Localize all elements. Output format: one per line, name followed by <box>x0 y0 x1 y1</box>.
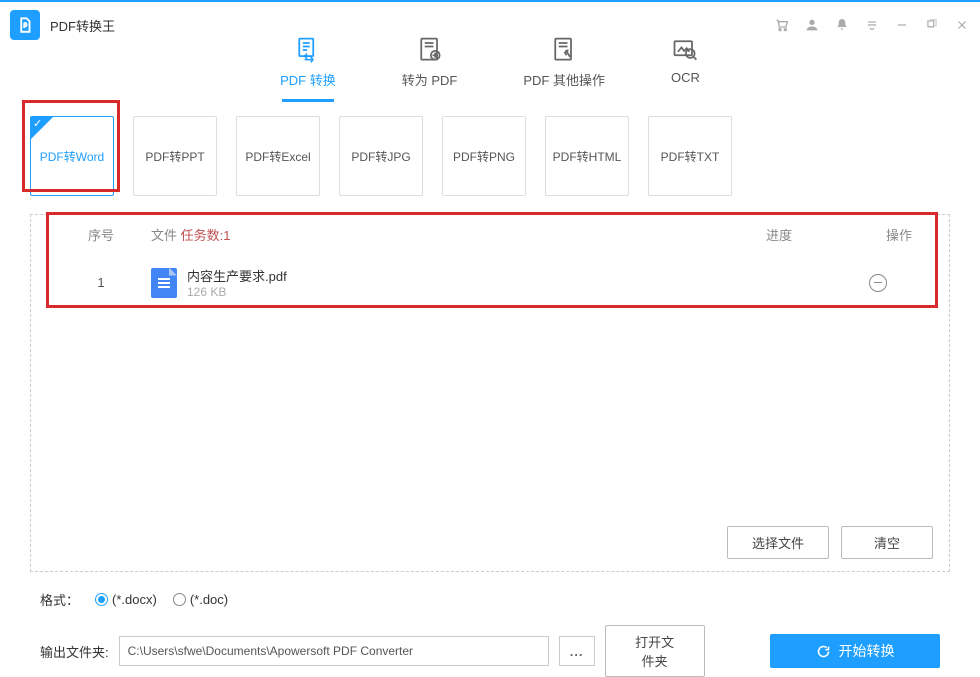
radio-icon <box>173 593 186 606</box>
format-label: PDF转PNG <box>453 148 515 165</box>
row-no: 1 <box>51 275 151 290</box>
table-header: 序号 文件 任务数:1 进度 操作 <box>31 215 949 254</box>
app-title: PDF转换王 <box>50 16 115 35</box>
radio-docx[interactable]: (*.docx) <box>95 592 157 607</box>
file-size: 126 KB <box>187 285 287 299</box>
tab-pdf-convert[interactable]: PDF 转换 <box>272 30 344 100</box>
open-folder-button[interactable]: 打开文件夹 <box>605 625 705 677</box>
ocr-icon <box>671 36 699 64</box>
titlebar-controls <box>774 17 970 33</box>
format-label: PDF转PPT <box>145 148 204 165</box>
task-count: 任务数:1 <box>181 228 231 243</box>
table-row: 1 内容生产要求.pdf 126 KB <box>31 254 949 311</box>
main-tabs: PDF 转换 转为 PDF PDF 其他操作 OCR <box>0 30 980 100</box>
user-icon[interactable] <box>804 17 820 33</box>
format-label: PDF转Word <box>40 148 104 165</box>
app-logo <box>10 10 40 40</box>
format-pdf-to-word[interactable]: ✓ PDF转Word <box>30 116 114 196</box>
format-pdf-to-jpg[interactable]: PDF转JPG <box>339 116 423 196</box>
tab-ocr[interactable]: OCR <box>663 30 708 100</box>
start-convert-button[interactable]: 开始转换 <box>770 634 940 668</box>
menu-icon[interactable] <box>864 17 880 33</box>
remove-file-button[interactable] <box>869 274 887 292</box>
cart-icon[interactable] <box>774 17 790 33</box>
header-progress: 进度 <box>689 225 869 244</box>
file-name: 内容生产要求.pdf <box>187 266 287 285</box>
format-label: 格式： <box>40 590 79 609</box>
format-pdf-to-html[interactable]: PDF转HTML <box>545 116 629 196</box>
tab-pdf-other[interactable]: PDF 其他操作 <box>515 30 613 100</box>
tab-label: 转为 PDF <box>402 70 458 89</box>
format-cards: ✓ PDF转Word PDF转PPT PDF转Excel PDF转JPG PDF… <box>0 106 980 196</box>
file-type-icon <box>151 268 177 298</box>
clear-button[interactable]: 清空 <box>841 526 933 559</box>
close-icon[interactable] <box>954 17 970 33</box>
other-ops-icon <box>550 36 578 64</box>
bell-icon[interactable] <box>834 17 850 33</box>
header-action: 操作 <box>869 225 929 244</box>
header-no: 序号 <box>51 225 151 244</box>
refresh-icon <box>816 644 831 659</box>
format-pdf-to-png[interactable]: PDF转PNG <box>442 116 526 196</box>
minimize-icon[interactable] <box>894 17 910 33</box>
radio-doc[interactable]: (*.doc) <box>173 592 228 607</box>
format-pdf-to-ppt[interactable]: PDF转PPT <box>133 116 217 196</box>
to-pdf-icon <box>416 36 444 64</box>
tab-label: PDF 转换 <box>280 70 336 89</box>
format-label: PDF转HTML <box>553 148 622 165</box>
format-label: PDF转JPG <box>351 148 410 165</box>
header-file: 文件 任务数:1 <box>151 225 689 244</box>
output-path-field[interactable]: C:\Users\sfwe\Documents\Apowersoft PDF C… <box>119 636 549 666</box>
select-file-button[interactable]: 选择文件 <box>727 526 829 559</box>
file-list-area: 序号 文件 任务数:1 进度 操作 1 内容生产要求.pdf 126 KB 选择… <box>30 214 950 572</box>
tab-label: OCR <box>671 70 700 85</box>
output-label: 输出文件夹: <box>40 642 109 661</box>
format-pdf-to-txt[interactable]: PDF转TXT <box>648 116 732 196</box>
maximize-icon[interactable] <box>924 17 940 33</box>
tab-to-pdf[interactable]: 转为 PDF <box>394 30 466 100</box>
radio-icon <box>95 593 108 606</box>
format-label: PDF转TXT <box>661 148 720 165</box>
footer: 格式： (*.docx) (*.doc) 输出文件夹: C:\Users\sfw… <box>0 572 980 677</box>
tab-label: PDF 其他操作 <box>523 70 605 89</box>
format-pdf-to-excel[interactable]: PDF转Excel <box>236 116 320 196</box>
row-action <box>869 274 929 292</box>
convert-icon <box>294 36 322 64</box>
format-label: PDF转Excel <box>245 148 310 165</box>
browse-button[interactable]: ... <box>559 636 595 666</box>
